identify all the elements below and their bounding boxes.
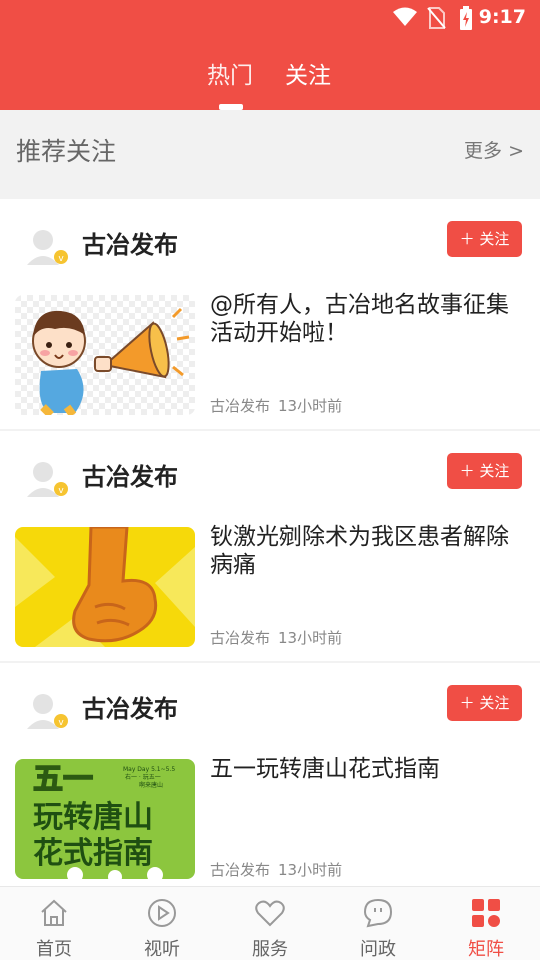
wifi-icon (393, 7, 417, 26)
bottom-nav: 首页 视听 服务 问政 矩阵 (0, 886, 540, 960)
nav-politics[interactable]: 问政 (324, 887, 432, 960)
svg-text:v: v (58, 486, 64, 496)
top-tabs: 热门 关注 (0, 56, 540, 110)
article-headline[interactable]: 五一玩转唐山花式指南 (210, 755, 525, 783)
status-bar: 9:17 (0, 0, 540, 36)
thumb-small-2: 右一 · 玩五一 (125, 773, 161, 781)
avatar-icon: v (27, 694, 68, 729)
plus-icon: ＋ (459, 230, 480, 248)
author-name[interactable]: 古冶发布 (82, 689, 178, 724)
svg-text:v: v (58, 718, 64, 728)
battery-icon (460, 6, 472, 30)
home-icon (41, 899, 67, 926)
thumb-text-3: 花式指南 (33, 836, 153, 871)
feed-card[interactable]: v 古冶发布 ＋ 关注 钬激光剜除术为我区患者解除病痛 古冶发布 13小时前 (0, 431, 540, 661)
article-time: 13小时前 (278, 629, 343, 647)
article-time: 13小时前 (278, 861, 343, 879)
follow-label: 关注 (479, 694, 510, 712)
author-name[interactable]: 古冶发布 (82, 225, 178, 260)
top-header: 9:17 热门 关注 (0, 0, 540, 110)
avatar-icon: v (27, 230, 68, 265)
tab-follow[interactable]: 关注 (285, 56, 331, 90)
nav-label: 首页 (36, 939, 72, 960)
tab-hot[interactable]: 热门 (207, 56, 253, 90)
feed-card[interactable]: v 古冶发布 ＋ 关注 @所有人，古冶地名故事征集活动开始啦！ 古冶发布 13小时… (0, 199, 540, 429)
chat-icon (363, 898, 393, 928)
article-headline[interactable]: @所有人，古冶地名故事征集活动开始啦！ (210, 291, 525, 347)
thumb-small-1: May Day 5.1~5.5 (123, 766, 175, 773)
article-time: 13小时前 (278, 397, 343, 415)
recommend-header: 推荐关注 更多 > (0, 110, 540, 198)
follow-button[interactable]: ＋ 关注 (447, 685, 522, 721)
recommend-title: 推荐关注 (16, 137, 117, 166)
no-sim-icon (427, 7, 446, 29)
article-source: 古冶发布 (210, 397, 271, 415)
follow-button[interactable]: ＋ 关注 (447, 453, 522, 489)
feed-card[interactable]: v 古冶发布 ＋ 关注 五一 玩转唐山 花式指南 May Day 5.1~5.5… (0, 663, 540, 893)
article-source: 古冶发布 (210, 629, 271, 647)
follow-label: 关注 (479, 462, 510, 480)
matrix-icon (472, 899, 500, 927)
article-meta: 古冶发布 13小时前 (210, 859, 342, 880)
plus-icon: ＋ (459, 694, 480, 712)
follow-button[interactable]: ＋ 关注 (447, 221, 522, 257)
nav-label: 服务 (252, 939, 288, 960)
article-thumbnail[interactable] (15, 527, 195, 647)
nav-service[interactable]: 服务 (216, 887, 324, 960)
nav-label: 矩阵 (468, 939, 504, 960)
svg-text:v: v (58, 254, 64, 264)
article-meta: 古冶发布 13小时前 (210, 395, 342, 416)
article-source: 古冶发布 (210, 861, 271, 879)
nav-label: 问政 (360, 939, 396, 960)
article-thumbnail[interactable]: 五一 玩转唐山 花式指南 May Day 5.1~5.5 右一 · 玩五一 啊来… (15, 759, 195, 879)
article-headline[interactable]: 钬激光剜除术为我区患者解除病痛 (210, 523, 525, 579)
thumb-text-1: 五一 (33, 762, 93, 797)
article-thumbnail[interactable] (15, 295, 195, 415)
heart-icon (255, 900, 285, 927)
nav-matrix[interactable]: 矩阵 (432, 887, 540, 960)
author-name[interactable]: 古冶发布 (82, 457, 178, 492)
thumb-text-2: 玩转唐山 (33, 800, 153, 835)
follow-label: 关注 (479, 230, 510, 248)
article-meta: 古冶发布 13小时前 (210, 627, 342, 648)
more-link[interactable]: 更多 > (464, 136, 524, 163)
nav-label: 视听 (144, 939, 180, 960)
avatar-icon: v (27, 462, 68, 497)
plus-icon: ＋ (459, 462, 480, 480)
status-time: 9:17 (478, 6, 526, 28)
nav-media[interactable]: 视听 (108, 887, 216, 960)
thumb-small-3: 啊来唐山 (139, 781, 163, 789)
nav-home[interactable]: 首页 (0, 887, 108, 960)
play-icon (148, 899, 176, 927)
